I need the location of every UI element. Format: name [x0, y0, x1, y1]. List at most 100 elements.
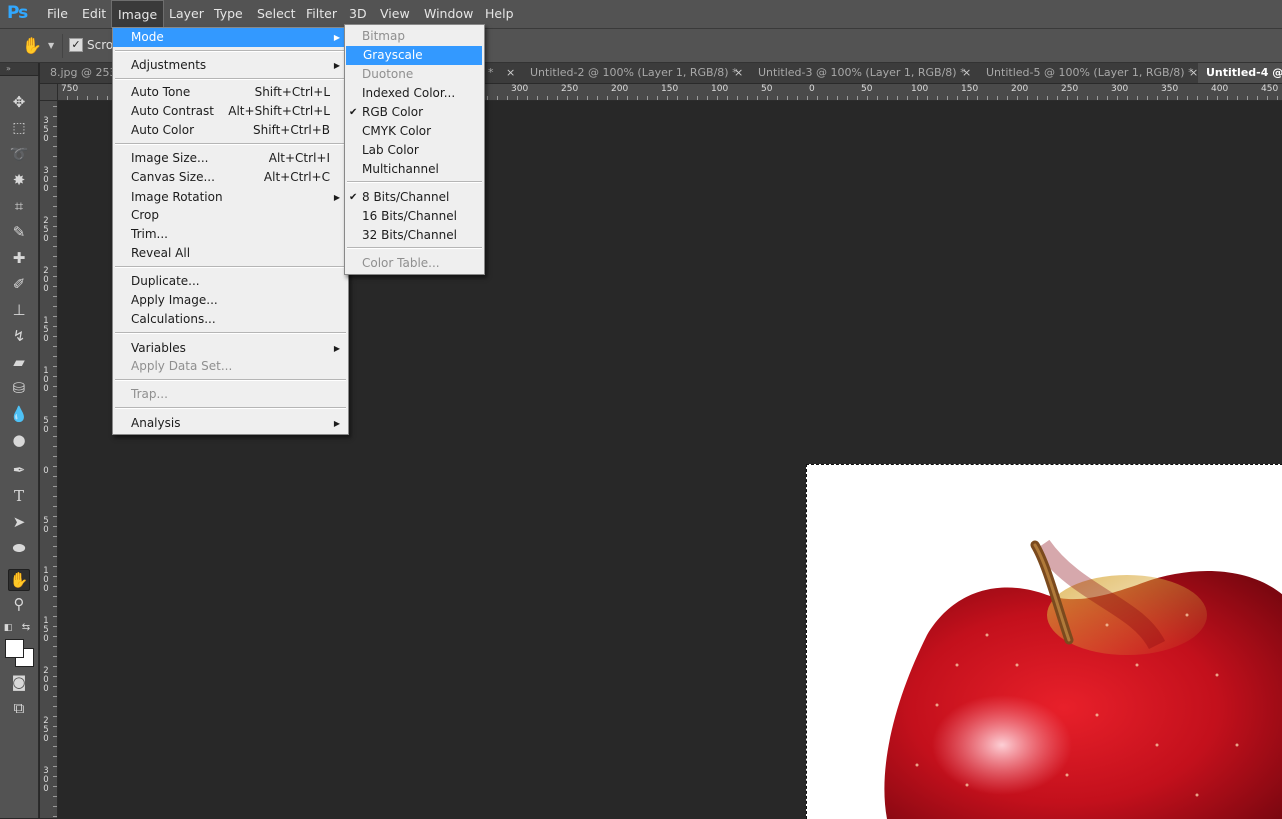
menu-item-label: Apply Data Set...	[131, 359, 233, 373]
hand-tool-preset-icon[interactable]: ✋	[22, 36, 44, 56]
lasso-tool-icon[interactable]: ➰	[9, 144, 29, 164]
ruler-tick	[53, 186, 57, 187]
ruler-tick	[697, 96, 698, 100]
menu-item-trim[interactable]: Trim...	[113, 225, 348, 244]
screen-mode-icon[interactable]: ⧉	[9, 698, 29, 718]
tab-8-jpg[interactable]: 8.jpg @ 253	[50, 63, 117, 83]
menu-item-variables[interactable]: Variables ▶	[113, 339, 348, 358]
tab-hidden-modified[interactable]: *	[488, 63, 494, 83]
menu-file[interactable]: File	[41, 0, 74, 28]
chevron-down-icon[interactable]: ▼	[48, 41, 54, 50]
menu-item-canvas-size[interactable]: Canvas Size... Alt+Ctrl+C	[113, 168, 348, 187]
menu-edit[interactable]: Edit	[76, 0, 112, 28]
tab-untitled-3[interactable]: Untitled-3 @ 100% (Layer 1, RGB/8) *	[758, 63, 966, 83]
ruler-tick	[687, 96, 688, 100]
ruler-tick	[53, 606, 57, 607]
menu-filter[interactable]: Filter	[300, 0, 343, 28]
menu-item-calculations[interactable]: Calculations...	[113, 310, 348, 329]
menu-divider	[115, 407, 346, 409]
menu-image[interactable]: Image	[111, 0, 165, 28]
magic-wand-tool-icon[interactable]: ✸	[9, 170, 29, 190]
mode-item-rgb-color[interactable]: ✔ RGB Color	[345, 103, 484, 122]
document-canvas[interactable]	[806, 464, 1282, 819]
ruler-tick	[1267, 96, 1268, 100]
default-colors-icon[interactable]: ◧	[2, 618, 14, 638]
healing-brush-tool-icon[interactable]: ✚	[9, 248, 29, 268]
tab-untitled-5[interactable]: Untitled-5 @ 100% (Layer 1, RGB/8) *	[986, 63, 1194, 83]
ruler-tick	[53, 806, 57, 807]
marquee-tool-icon[interactable]: ⬚	[9, 118, 29, 138]
ruler-tick	[1047, 96, 1048, 100]
ruler-tick	[53, 256, 57, 257]
submenu-arrow-icon: ▶	[333, 33, 340, 42]
mode-item-indexed-color[interactable]: Indexed Color...	[345, 84, 484, 103]
move-tool-icon[interactable]: ✥	[9, 92, 29, 112]
menu-item-auto-contrast[interactable]: Auto Contrast Alt+Shift+Ctrl+L	[113, 102, 348, 121]
foreground-color-swatch[interactable]	[5, 639, 24, 658]
ruler-tick	[53, 596, 57, 597]
history-brush-tool-icon[interactable]: ↯	[9, 326, 29, 346]
hand-tool-icon[interactable]: ✋	[8, 569, 30, 591]
dodge-tool-icon[interactable]: ●	[9, 430, 29, 450]
close-icon[interactable]: ×	[506, 63, 515, 83]
quick-mask-icon[interactable]: ◙	[9, 672, 29, 692]
menu-item-label: Image Size...	[131, 151, 209, 165]
close-icon[interactable]: ×	[734, 63, 743, 83]
ruler-tick	[53, 106, 57, 107]
menu-item-label: Multichannel	[362, 162, 439, 176]
menu-item-analysis[interactable]: Analysis ▶	[113, 414, 348, 433]
mode-item-16-bits[interactable]: 16 Bits/Channel	[345, 207, 484, 226]
menu-type[interactable]: Type	[208, 0, 249, 28]
ruler-tick	[53, 546, 57, 547]
eyedropper-tool-icon[interactable]: ✎	[9, 222, 29, 242]
collapse-arrows-icon[interactable]: »	[6, 64, 11, 73]
menu-item-auto-tone[interactable]: Auto Tone Shift+Ctrl+L	[113, 83, 348, 102]
paint-bucket-tool-icon[interactable]: ⛁	[9, 378, 29, 398]
mode-item-8-bits[interactable]: ✔ 8 Bits/Channel	[345, 188, 484, 207]
mode-item-multichannel[interactable]: Multichannel	[345, 160, 484, 179]
menu-item-apply-image[interactable]: Apply Image...	[113, 291, 348, 310]
ruler-tick	[53, 686, 57, 687]
pen-tool-icon[interactable]: ✒	[9, 460, 29, 480]
brush-tool-icon[interactable]: ✐	[9, 274, 29, 294]
menu-item-auto-color[interactable]: Auto Color Shift+Ctrl+B	[113, 121, 348, 140]
menu-item-mode[interactable]: Mode ▶	[113, 28, 348, 47]
clone-stamp-tool-icon[interactable]: ⊥	[9, 300, 29, 320]
menu-item-reveal-all[interactable]: Reveal All	[113, 244, 348, 263]
menu-item-adjustments[interactable]: Adjustments ▶	[113, 56, 348, 75]
ruler-tick	[53, 216, 57, 217]
menu-help[interactable]: Help	[479, 0, 520, 28]
crop-tool-icon[interactable]: ⌗	[9, 196, 29, 216]
ruler-tick	[557, 96, 558, 100]
scroll-all-windows-checkbox[interactable]: ✓	[69, 38, 83, 52]
eraser-tool-icon[interactable]: ▰	[9, 352, 29, 372]
blur-tool-icon[interactable]: 💧	[9, 404, 29, 424]
mode-item-32-bits[interactable]: 32 Bits/Channel	[345, 226, 484, 245]
mode-item-grayscale[interactable]: Grayscale	[346, 46, 482, 65]
menu-divider	[347, 247, 482, 249]
ruler-tick	[787, 96, 788, 100]
close-icon[interactable]: ×	[1189, 63, 1198, 83]
menu-layer[interactable]: Layer	[163, 0, 210, 28]
ruler-label: 450	[1261, 84, 1279, 94]
zoom-tool-icon[interactable]: ⚲	[9, 594, 29, 614]
tab-untitled-4[interactable]: Untitled-4 @	[1198, 63, 1282, 83]
menu-item-image-rotation[interactable]: Image Rotation ▶	[113, 188, 348, 207]
ruler-origin[interactable]	[40, 84, 58, 100]
vertical-ruler[interactable]: 3 5 0 3 0 0 2 5 0 2 0 0 1 5 0 1 0 0 5 0 …	[40, 101, 58, 818]
type-tool-icon[interactable]: T	[9, 486, 29, 506]
path-selection-tool-icon[interactable]: ➤	[9, 512, 29, 532]
tab-untitled-2[interactable]: Untitled-2 @ 100% (Layer 1, RGB/8) *	[530, 63, 738, 83]
menu-item-crop[interactable]: Crop	[113, 206, 348, 225]
ellipse-tool-icon[interactable]: ⬬	[9, 538, 29, 558]
mode-item-lab-color[interactable]: Lab Color	[345, 141, 484, 160]
menu-select[interactable]: Select	[251, 0, 302, 28]
menu-item-duplicate[interactable]: Duplicate...	[113, 272, 348, 291]
swap-colors-icon[interactable]: ⇆	[20, 618, 32, 638]
close-icon[interactable]: ×	[962, 63, 971, 83]
mode-item-cmyk-color[interactable]: CMYK Color	[345, 122, 484, 141]
ruler-tick	[53, 626, 57, 627]
ruler-tick	[967, 96, 968, 100]
menu-item-image-size[interactable]: Image Size... Alt+Ctrl+I	[113, 149, 348, 168]
ruler-tick	[587, 96, 588, 100]
